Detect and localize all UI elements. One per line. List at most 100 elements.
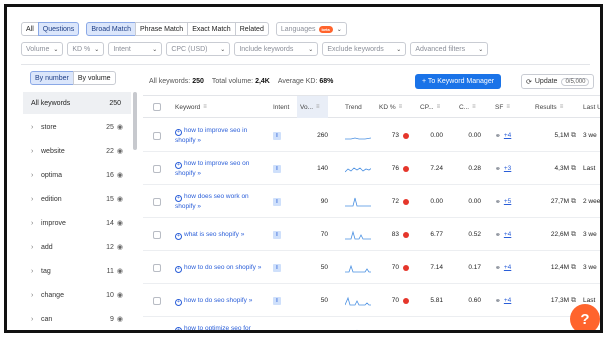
table-row[interactable]: + how to improve seo on shopify » I 140 76 7.… bbox=[143, 152, 600, 185]
double-chevron-right-icon[interactable]: » bbox=[197, 137, 201, 144]
keyword-link[interactable]: + how to do seo on shopify » bbox=[175, 263, 265, 273]
double-chevron-right-icon[interactable]: » bbox=[197, 203, 201, 210]
serp-preview-icon[interactable]: ⧉ bbox=[571, 264, 576, 272]
filter-volume[interactable]: Volume ⌄ bbox=[21, 42, 64, 56]
sidebar-item-improve[interactable]: › improve 14 ◉ bbox=[23, 211, 131, 235]
column-header-com[interactable]: C... ≡ bbox=[459, 96, 476, 118]
eye-icon[interactable]: ◉ bbox=[117, 147, 123, 155]
tab-broad-match[interactable]: Broad Match bbox=[86, 22, 136, 36]
table-row[interactable]: + what is seo shopify » I 70 83 6.77 0.52 ⚭ +4 22… bbox=[143, 218, 600, 251]
add-icon[interactable]: + bbox=[175, 128, 182, 136]
keyword-link[interactable]: + how to do seo shopify » bbox=[175, 296, 265, 306]
row-checkbox[interactable] bbox=[153, 164, 161, 173]
table-row[interactable]: + how does seo work on shopify » I 90 72 0.00… bbox=[143, 185, 600, 218]
tab-questions[interactable]: Questions bbox=[37, 22, 80, 36]
eye-icon[interactable]: ◉ bbox=[117, 291, 123, 299]
serp-features-more[interactable]: +4 bbox=[504, 297, 511, 304]
double-chevron-right-icon[interactable]: » bbox=[249, 297, 253, 304]
serp-preview-icon[interactable]: ⧉ bbox=[571, 165, 576, 173]
eye-icon[interactable]: ◉ bbox=[117, 195, 123, 203]
tab-all[interactable]: All bbox=[21, 22, 39, 36]
languages-dropdown[interactable]: Languages beta ⌄ bbox=[275, 22, 347, 36]
serp-preview-icon[interactable]: ⧉ bbox=[571, 330, 576, 331]
add-icon[interactable]: + bbox=[175, 326, 182, 330]
serp-features-more[interactable]: +4 bbox=[504, 132, 511, 139]
tab-phrase-match[interactable]: Phrase Match bbox=[135, 22, 189, 36]
add-icon[interactable]: + bbox=[175, 298, 182, 306]
serp-preview-icon[interactable]: ⧉ bbox=[571, 198, 576, 206]
tab-related[interactable]: Related bbox=[234, 22, 269, 36]
column-header-trend[interactable]: Trend bbox=[345, 96, 362, 118]
serp-features-more[interactable]: +5 bbox=[504, 198, 511, 205]
update-button[interactable]: ⟳ Update 0/5,000 bbox=[521, 74, 595, 89]
serp-features-more[interactable]: +3 bbox=[504, 330, 511, 333]
column-header-keyword[interactable]: Keyword ≡ bbox=[175, 96, 207, 118]
row-checkbox[interactable] bbox=[153, 329, 161, 330]
eye-icon[interactable]: ◉ bbox=[117, 243, 123, 251]
sidebar-item-all-keywords[interactable]: All keywords 250 bbox=[23, 92, 131, 114]
sidebar-item-store[interactable]: › store 25 ◉ bbox=[23, 115, 131, 139]
row-checkbox[interactable] bbox=[153, 296, 161, 305]
table-row[interactable]: + how to improve seo in shopify » I 260 73 0.… bbox=[143, 119, 600, 152]
sidebar-item-can[interactable]: › can 9 ◉ bbox=[23, 307, 131, 330]
add-icon[interactable]: + bbox=[175, 232, 182, 240]
table-row[interactable]: + how to do seo on shopify » I 50 70 7.14 0.17… bbox=[143, 251, 600, 284]
add-icon[interactable]: + bbox=[175, 265, 182, 273]
column-header-volume[interactable]: Vo... ≡ bbox=[297, 96, 328, 118]
filter-advanced[interactable]: Advanced filters ⌄ bbox=[410, 42, 489, 56]
serp-features-more[interactable]: +4 bbox=[504, 264, 511, 271]
column-header-last[interactable]: Last U bbox=[583, 96, 600, 118]
keyword-link[interactable]: + how does seo work on shopify » bbox=[175, 192, 265, 212]
double-chevron-right-icon[interactable]: » bbox=[258, 264, 262, 271]
keyword-link[interactable]: +how to optimize seo for shopify » bbox=[175, 324, 265, 330]
sidebar-item-website[interactable]: › website 22 ◉ bbox=[23, 139, 131, 163]
eye-icon[interactable]: ◉ bbox=[117, 171, 123, 179]
row-checkbox[interactable] bbox=[153, 131, 161, 140]
filter-exclude-keywords[interactable]: Exclude keywords ⌄ bbox=[322, 42, 407, 56]
serp-features-more[interactable]: +4 bbox=[504, 231, 511, 238]
toggle-by-number[interactable]: By number bbox=[30, 71, 74, 85]
keyword-link[interactable]: + how to improve seo in shopify » bbox=[175, 126, 265, 146]
sidebar-item-tag[interactable]: › tag 11 ◉ bbox=[23, 259, 131, 283]
keyword-link[interactable]: + what is seo shopify » bbox=[175, 230, 265, 240]
keyword-manager-button[interactable]: + To Keyword Manager bbox=[415, 74, 502, 89]
serp-features-more[interactable]: +3 bbox=[504, 165, 511, 172]
row-checkbox[interactable] bbox=[153, 197, 161, 206]
row-checkbox[interactable] bbox=[153, 230, 161, 239]
filter-include-keywords[interactable]: Include keywords ⌄ bbox=[234, 42, 319, 56]
column-header-results[interactable]: Results ≡ bbox=[535, 96, 563, 118]
eye-icon[interactable]: ◉ bbox=[117, 219, 123, 227]
select-all-checkbox[interactable] bbox=[153, 103, 161, 111]
row-checkbox[interactable] bbox=[153, 263, 161, 272]
sidebar-item-edition[interactable]: › edition 15 ◉ bbox=[23, 187, 131, 211]
double-chevron-right-icon[interactable]: » bbox=[197, 170, 201, 177]
column-header-intent[interactable]: Intent bbox=[273, 96, 289, 118]
add-icon[interactable]: + bbox=[175, 161, 182, 169]
sidebar-item-label: optima bbox=[41, 171, 63, 179]
double-chevron-right-icon[interactable]: » bbox=[241, 231, 245, 238]
add-icon[interactable]: + bbox=[175, 194, 182, 202]
cpc-cell: 0.00 bbox=[419, 119, 443, 152]
filter-intent[interactable]: Intent ⌄ bbox=[108, 42, 163, 56]
eye-icon[interactable]: ◉ bbox=[117, 123, 123, 131]
filter-cpc[interactable]: CPC (USD) ⌄ bbox=[166, 42, 231, 56]
eye-icon[interactable]: ◉ bbox=[117, 315, 123, 323]
column-header-sf[interactable]: SF ≡ bbox=[495, 96, 510, 118]
serp-preview-icon[interactable]: ⧉ bbox=[571, 132, 576, 140]
toggle-by-volume[interactable]: By volume bbox=[72, 71, 116, 85]
table-row[interactable]: +how to optimize seo for shopify » I 50 75 9… bbox=[143, 317, 600, 333]
eye-icon[interactable]: ◉ bbox=[117, 267, 123, 275]
sidebar-scrollbar[interactable] bbox=[133, 92, 137, 150]
table-row[interactable]: + how to do seo shopify » I 50 70 5.81 0.60 ⚭ +4… bbox=[143, 284, 600, 317]
help-button[interactable]: ? bbox=[570, 304, 600, 330]
filter-kd[interactable]: KD % ⌄ bbox=[67, 42, 105, 56]
column-header-cpc[interactable]: CP... ≡ bbox=[420, 96, 440, 118]
sidebar-item-change[interactable]: › change 10 ◉ bbox=[23, 283, 131, 307]
serp-preview-icon[interactable]: ⧉ bbox=[571, 297, 576, 305]
sidebar-item-optima[interactable]: › optima 16 ◉ bbox=[23, 163, 131, 187]
sidebar-item-add[interactable]: › add 12 ◉ bbox=[23, 235, 131, 259]
keyword-link[interactable]: + how to improve seo on shopify » bbox=[175, 159, 265, 179]
column-header-kd[interactable]: KD % ≡ bbox=[379, 96, 402, 118]
tab-exact-match[interactable]: Exact Match bbox=[187, 22, 236, 36]
serp-preview-icon[interactable]: ⧉ bbox=[571, 231, 576, 239]
